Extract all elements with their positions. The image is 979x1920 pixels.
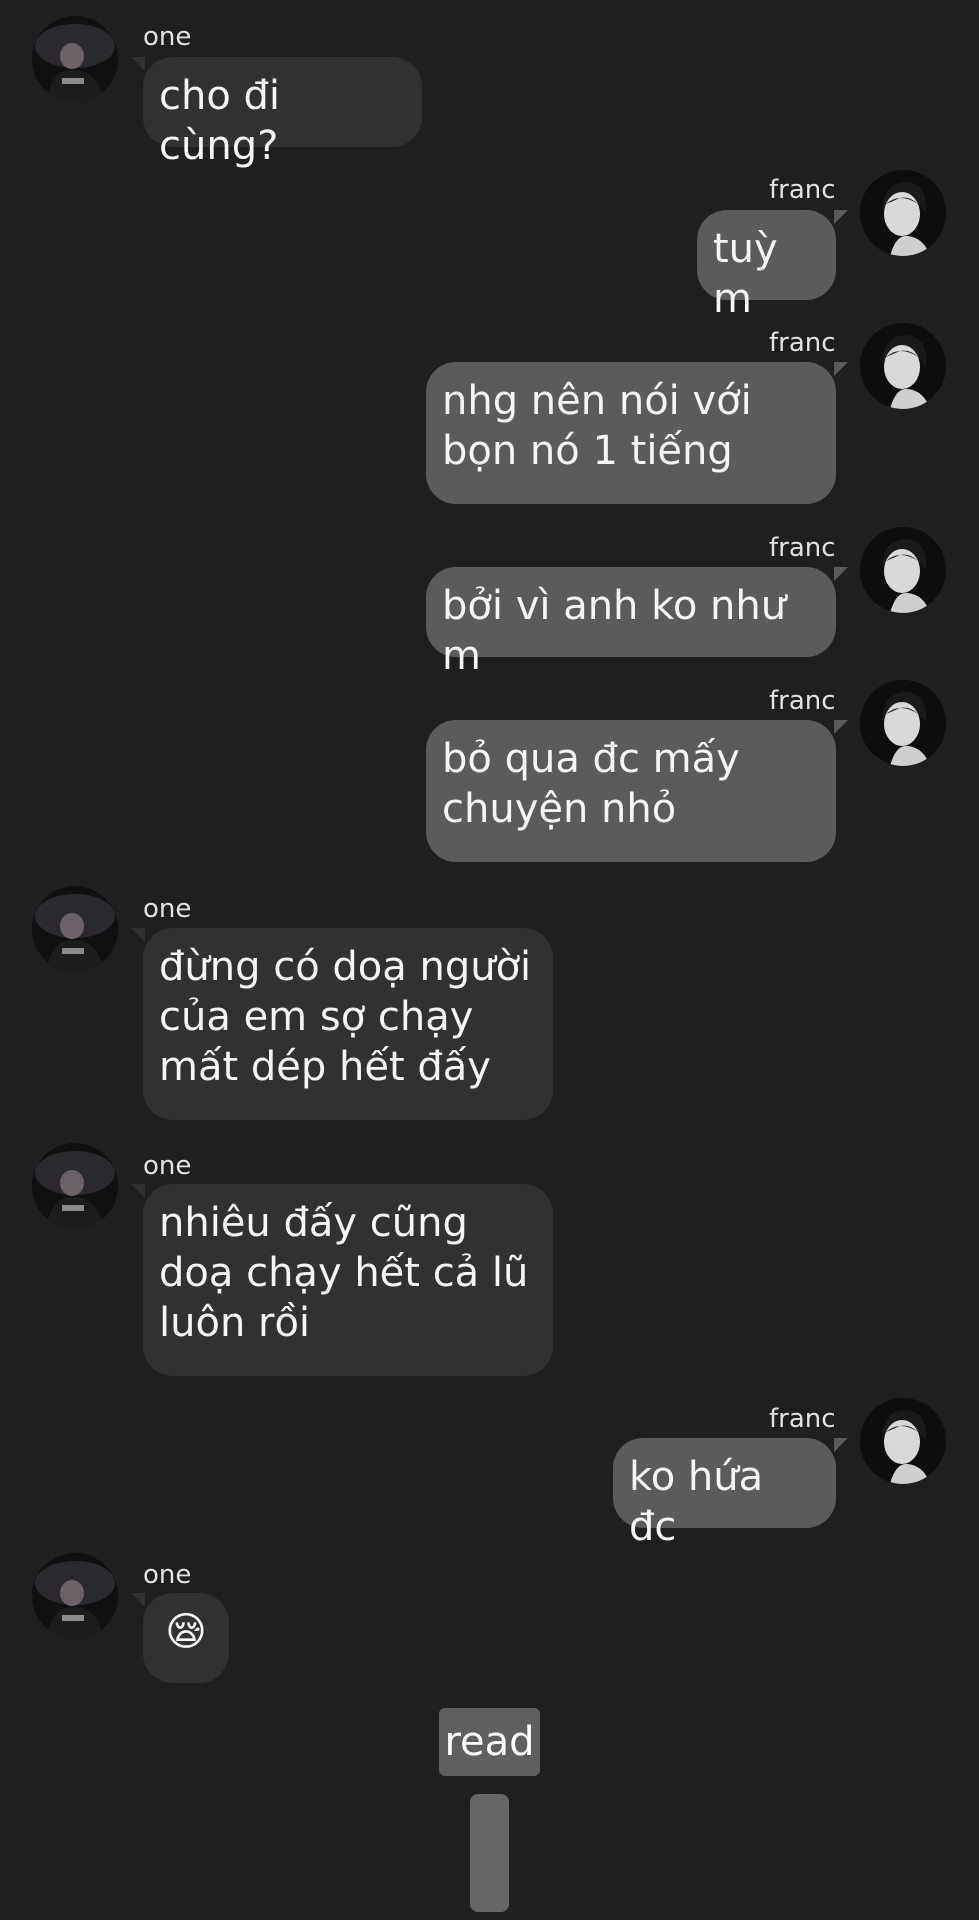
avatar-franc[interactable] <box>860 680 946 766</box>
portrait-avatar-icon <box>860 1398 946 1484</box>
bubble-tail <box>131 1593 145 1607</box>
sender-name: franc <box>769 1404 836 1434</box>
message-bubble[interactable]: đừng có doạ người của em sợ chạy mất dép… <box>143 928 553 1120</box>
message-bubble[interactable]: nhiêu đấy cũng doạ chạy hết cả lũ luôn r… <box>143 1184 553 1376</box>
message-bubble[interactable]: bởi vì anh ko như m <box>426 567 836 679</box>
avatar-franc[interactable] <box>860 1398 946 1484</box>
scrollbar-thumb[interactable] <box>470 1794 509 1912</box>
message-bubble[interactable]: nhg nên nói với bọn nó 1 tiếng <box>426 362 836 504</box>
sender-name: one <box>143 1560 192 1590</box>
portrait-avatar-icon <box>860 323 946 409</box>
avatar-one[interactable] <box>32 886 118 972</box>
message-bubble[interactable]: 😪 <box>143 1593 229 1683</box>
chat-thread: one cho đi cùng? franc tuỳ m franc nhg n… <box>0 0 979 1920</box>
sender-name: franc <box>769 686 836 716</box>
dark-person-avatar-icon <box>32 1143 118 1229</box>
message-bubble[interactable]: cho đi cùng? <box>143 57 422 169</box>
dark-person-avatar-icon <box>32 16 118 102</box>
sender-name: franc <box>769 533 836 563</box>
bubble-tail <box>834 1438 848 1452</box>
portrait-avatar-icon <box>860 170 946 256</box>
bubble-tail <box>834 720 848 734</box>
sender-name: one <box>143 22 192 52</box>
sender-name: one <box>143 1151 192 1181</box>
bubble-tail <box>131 1184 145 1198</box>
sender-name: franc <box>769 328 836 358</box>
read-receipt-badge: read <box>439 1708 540 1776</box>
avatar-one[interactable] <box>32 16 118 102</box>
message-bubble[interactable]: tuỳ m <box>697 210 836 322</box>
bubble-tail <box>834 362 848 376</box>
bubble-tail <box>834 567 848 581</box>
avatar-franc[interactable] <box>860 170 946 256</box>
sender-name: one <box>143 894 192 924</box>
avatar-franc[interactable] <box>860 527 946 613</box>
dark-person-avatar-icon <box>32 886 118 972</box>
avatar-franc[interactable] <box>860 323 946 409</box>
dark-person-avatar-icon <box>32 1553 118 1639</box>
sender-name: franc <box>769 175 836 205</box>
message-bubble[interactable]: ko hứa đc <box>613 1438 836 1550</box>
bubble-tail <box>834 210 848 224</box>
portrait-avatar-icon <box>860 680 946 766</box>
avatar-one[interactable] <box>32 1553 118 1639</box>
bubble-tail <box>131 928 145 942</box>
portrait-avatar-icon <box>860 527 946 613</box>
avatar-one[interactable] <box>32 1143 118 1229</box>
message-bubble[interactable]: bỏ qua đc mấy chuyện nhỏ <box>426 720 836 862</box>
bubble-tail <box>131 57 145 71</box>
